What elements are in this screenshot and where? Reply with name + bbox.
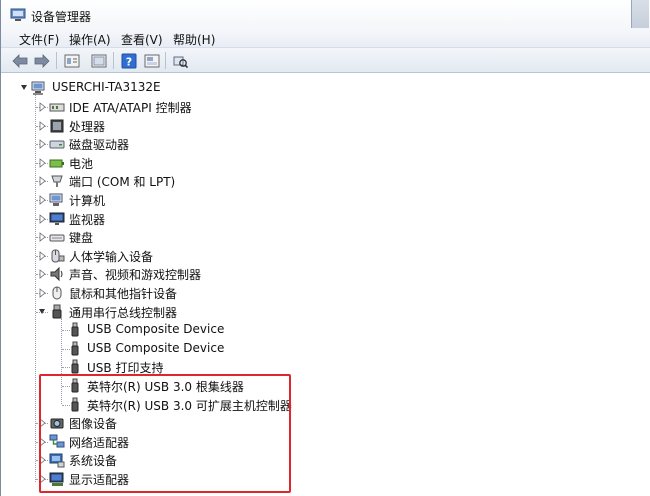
tree-root[interactable]: USERCHI-TA3132E xyxy=(1,79,301,97)
toolbar: ? xyxy=(1,48,650,73)
back-button[interactable] xyxy=(11,52,29,69)
view-icon xyxy=(91,54,107,67)
tree-category-10[interactable]: 鼠标和其他指针设备 xyxy=(1,284,281,302)
svg-text:?: ? xyxy=(126,55,132,68)
collapse-arrow-icon[interactable] xyxy=(38,307,46,317)
collapse-arrow-icon[interactable] xyxy=(20,83,28,93)
tree-category-label: 通用串行总线控制器 xyxy=(69,305,178,320)
tree-root-label: USERCHI-TA3132E xyxy=(52,80,161,94)
menu-bar: 文件(F) 操作(A) 查看(V) 帮助(H) xyxy=(1,29,650,48)
menu-file[interactable]: 文件(F) xyxy=(19,31,59,48)
tree-category-1[interactable]: 处理器 xyxy=(1,117,281,135)
sound-icon xyxy=(50,267,63,282)
port-icon xyxy=(51,175,63,188)
tree-category-7[interactable]: 键盘 xyxy=(1,228,281,246)
tree-category-label: 键盘 xyxy=(69,231,94,246)
usb-device-icon xyxy=(71,359,79,374)
usb-icon xyxy=(52,304,62,319)
device-manager-app-icon xyxy=(10,8,26,21)
window-title: 设备管理器 xyxy=(31,10,92,24)
mouse-icon xyxy=(52,286,62,300)
device-manager-window: 设备管理器 文件(F) 操作(A) 查看(V) 帮助(H) ? USERCHI-… xyxy=(0,0,650,496)
tree-category-0[interactable]: IDE ATA/ATAPI 控制器 xyxy=(1,98,281,116)
properties-icon xyxy=(64,54,80,67)
battery-icon xyxy=(49,159,64,168)
expand-arrow-icon[interactable] xyxy=(38,102,46,112)
menu-action[interactable]: 操作(A) xyxy=(69,31,111,48)
scan-hardware-button[interactable] xyxy=(171,52,189,69)
usb-device-row-1[interactable]: USB Composite Device xyxy=(1,340,281,358)
tree-category-label: IDE ATA/ATAPI 控制器 xyxy=(69,101,192,115)
usb-device-icon xyxy=(71,341,79,356)
expand-arrow-icon[interactable] xyxy=(38,250,46,261)
tree-category-label: 电池 xyxy=(69,156,94,171)
view-button[interactable] xyxy=(90,52,108,69)
tree-category-6[interactable]: 监视器 xyxy=(1,210,281,228)
menu-help[interactable]: 帮助(H) xyxy=(173,31,215,48)
tree-category-3[interactable]: 电池 xyxy=(1,154,281,172)
keyboard-icon xyxy=(49,234,65,242)
toolbar-separator xyxy=(165,52,166,69)
expand-arrow-icon[interactable] xyxy=(38,157,46,168)
back-arrow-icon xyxy=(12,53,28,68)
monitor-icon xyxy=(49,212,65,225)
usb-device-label: USB Composite Device xyxy=(87,322,225,337)
tree-category-label: 计算机 xyxy=(69,194,106,208)
expand-arrow-icon[interactable] xyxy=(38,269,46,280)
menu-view[interactable]: 查看(V) xyxy=(121,31,163,48)
tree-category-11[interactable]: 通用串行总线控制器 xyxy=(1,303,281,321)
usb-device-label: USB Composite Device xyxy=(87,340,225,355)
expand-arrow-icon[interactable] xyxy=(38,139,46,150)
expand-arrow-icon[interactable] xyxy=(38,213,46,224)
disk-drive-icon xyxy=(49,140,65,149)
tree-category-label: 处理器 xyxy=(69,119,106,134)
expand-arrow-icon[interactable] xyxy=(38,195,46,205)
usb-device-icon xyxy=(71,322,79,337)
toolbar-separator xyxy=(113,52,114,69)
tree-category-label: 监视器 xyxy=(69,212,106,227)
view-hidden-button[interactable] xyxy=(143,52,161,69)
help-icon: ? xyxy=(121,53,137,68)
expand-arrow-icon[interactable] xyxy=(38,120,46,131)
tree-category-label: 鼠标和其他指针设备 xyxy=(69,287,178,301)
expand-arrow-icon[interactable] xyxy=(38,288,46,298)
expand-arrow-icon[interactable] xyxy=(38,232,46,243)
tree-category-5[interactable]: 计算机 xyxy=(1,191,281,209)
usb-device-row-0[interactable]: USB Composite Device xyxy=(1,321,281,339)
tree-category-8[interactable]: 人体学输入设备 xyxy=(1,247,281,265)
ide-controller-icon xyxy=(49,103,65,112)
processor-icon xyxy=(50,119,64,133)
hid-icon xyxy=(51,249,65,263)
forward-button[interactable] xyxy=(33,52,51,69)
title-bar: 设备管理器 xyxy=(1,0,650,30)
toolbar-separator xyxy=(56,52,57,69)
view-hidden-icon xyxy=(144,54,160,67)
expand-arrow-icon[interactable] xyxy=(38,176,46,187)
device-tree: USERCHI-TA3132E IDE ATA/ATAPI 控制器 处理器磁盘驱动… xyxy=(1,74,650,496)
forward-arrow-icon xyxy=(34,53,50,68)
tree-category-label: 端口 (COM 和 LPT) xyxy=(69,175,176,190)
computer-icon xyxy=(31,81,45,95)
tree-category-4[interactable]: 端口 (COM 和 LPT) xyxy=(1,172,281,190)
usb-highlight-box xyxy=(39,374,291,493)
window-close-button[interactable] xyxy=(631,0,649,28)
help-button[interactable]: ? xyxy=(120,52,138,69)
tree-category-label: 人体学输入设备 xyxy=(69,249,154,264)
properties-button[interactable] xyxy=(63,52,81,69)
tree-category-9[interactable]: 声音、视频和游戏控制器 xyxy=(1,265,281,283)
scan-hardware-icon xyxy=(173,56,188,68)
tree-category-label: 声音、视频和游戏控制器 xyxy=(69,268,202,283)
tree-category-2[interactable]: 磁盘驱动器 xyxy=(1,135,281,153)
tree-category-label: 磁盘驱动器 xyxy=(69,138,130,153)
computer-icon xyxy=(49,193,63,206)
